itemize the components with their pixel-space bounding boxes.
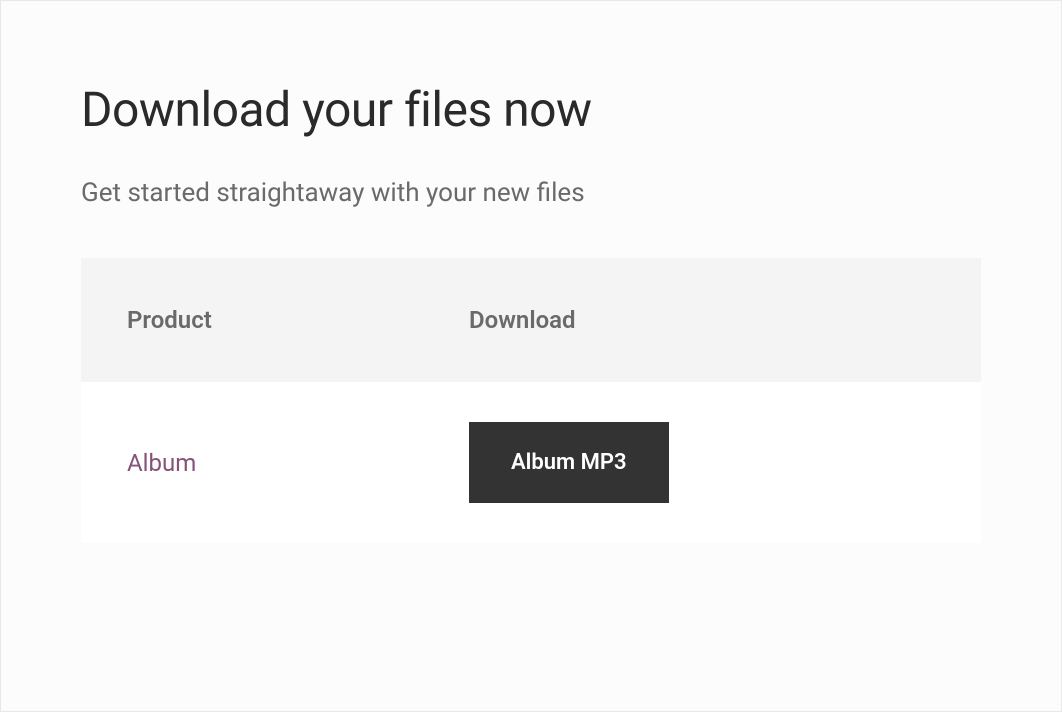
- column-header-product: Product: [81, 258, 423, 382]
- column-header-download: Download: [423, 258, 981, 382]
- page-subtitle: Get started straightaway with your new f…: [81, 178, 981, 208]
- page-title: Download your files now: [81, 81, 981, 138]
- table-header: Product Download: [81, 258, 981, 382]
- product-link[interactable]: Album: [127, 449, 196, 477]
- download-button[interactable]: Album MP3: [469, 422, 669, 503]
- download-panel: Download your files now Get started stra…: [0, 0, 1062, 712]
- table-row: Album Album MP3: [81, 382, 981, 543]
- downloads-table: Product Download Album Album MP3: [81, 258, 981, 543]
